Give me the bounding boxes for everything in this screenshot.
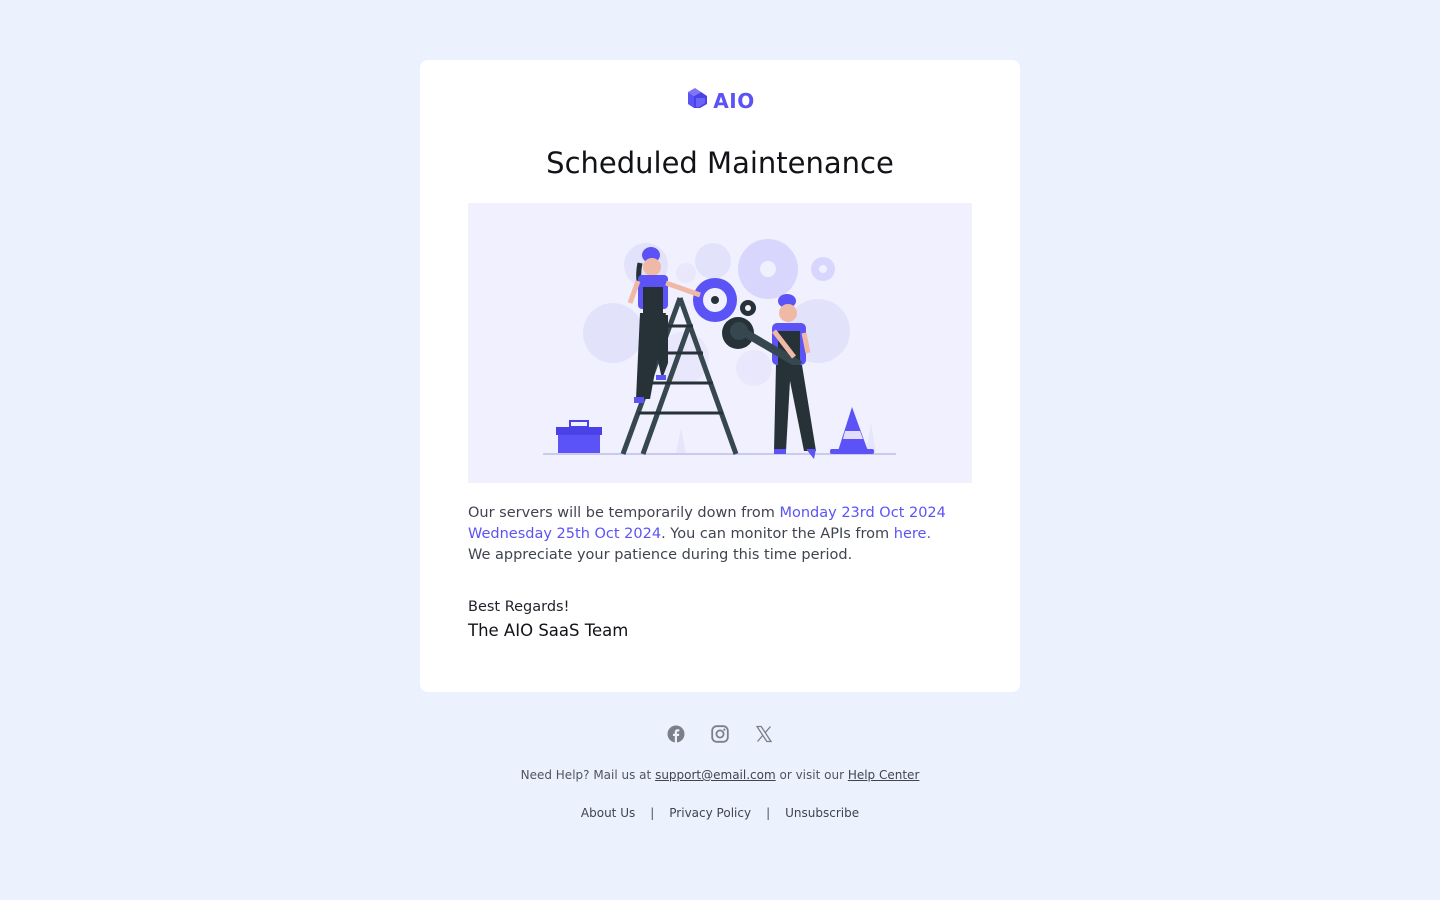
help-prefix: Need Help? Mail us at — [520, 768, 656, 782]
cube-logo-icon — [685, 86, 709, 116]
maintenance-illustration — [468, 203, 972, 483]
monitor-text: . You can monitor the APIs from — [661, 526, 894, 542]
help-line: Need Help? Mail us at support@email.com … — [0, 768, 1440, 782]
instagram-icon[interactable] — [710, 722, 730, 746]
email-title: Scheduled Maintenance — [546, 146, 894, 180]
regards-text: Best Regards! — [468, 599, 570, 615]
blue-gear-icon — [693, 278, 737, 322]
x-twitter-icon[interactable] — [754, 722, 774, 746]
toolbox-icon — [556, 420, 602, 453]
brand-name: AIO — [713, 89, 755, 113]
message-closing: We appreciate your patience during this … — [468, 547, 853, 563]
start-date: Monday 23rd Oct 2024 — [779, 505, 946, 521]
message-intro: Our servers will be temporarily down fro… — [468, 505, 780, 521]
social-links — [0, 722, 1440, 746]
end-date: Wednesday 25th Oct 2024 — [468, 526, 662, 542]
brand-logo[interactable]: AIO — [420, 86, 1020, 116]
help-center-link[interactable]: Help Center — [848, 768, 920, 782]
signature-text: The AIO SaaS Team — [468, 621, 629, 640]
api-monitor-link[interactable]: here. — [894, 526, 931, 542]
about-us-link[interactable]: About Us — [581, 806, 635, 820]
help-middle: or visit our — [775, 768, 848, 782]
facebook-icon[interactable] — [666, 722, 686, 746]
footer-separator: | — [650, 806, 655, 820]
footer-links: About Us | Privacy Policy | Unsubscribe — [0, 806, 1440, 820]
maintenance-message: Our servers will be temporarily down fro… — [468, 503, 972, 566]
footer-separator: | — [766, 806, 771, 820]
email-card: AIO Scheduled Maintenance Our servers wi… — [420, 60, 1020, 692]
privacy-policy-link[interactable]: Privacy Policy — [669, 806, 751, 820]
unsubscribe-link[interactable]: Unsubscribe — [785, 806, 859, 820]
support-email-link[interactable]: support@email.com — [655, 768, 776, 782]
